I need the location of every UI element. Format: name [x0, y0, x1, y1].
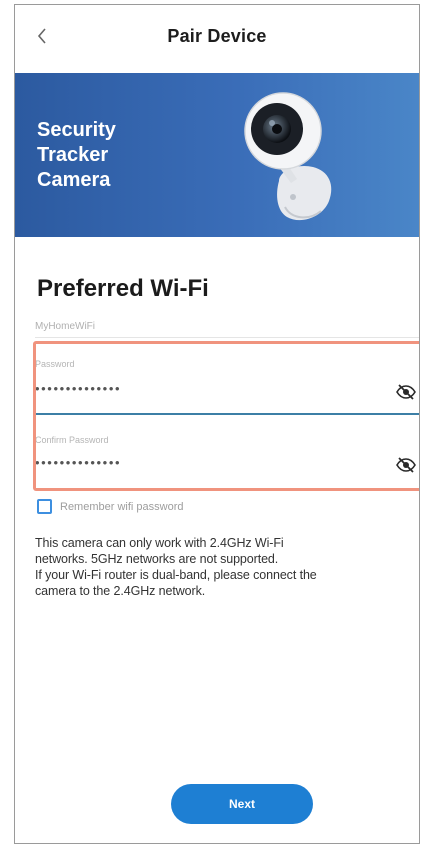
info-line-1: This camera can only work with 2.4GHz Wi… — [35, 536, 284, 550]
header-bar: Pair Device — [15, 5, 419, 67]
ssid-divider — [35, 337, 419, 338]
info-line-2: networks. 5GHz networks are not supporte… — [35, 552, 279, 566]
password-fields-highlight — [33, 341, 419, 491]
info-line-3: If your Wi-Fi router is dual-band, pleas… — [35, 568, 317, 582]
chevron-left-icon — [37, 28, 46, 44]
banner-line-1: Security — [37, 119, 116, 141]
product-banner: Security Tracker Camera — [15, 73, 419, 237]
wifi-info-text: This camera can only work with 2.4GHz Wi… — [35, 535, 419, 599]
banner-product-name: Security Tracker Camera — [37, 118, 116, 193]
remember-password-option[interactable]: Remember wifi password — [37, 499, 183, 514]
camera-image — [244, 92, 332, 221]
banner-line-2: Tracker — [37, 144, 109, 166]
page-title: Pair Device — [167, 25, 267, 46]
info-line-4: camera to the 2.4GHz network. — [35, 584, 206, 598]
pair-device-screen: Pair Device Security Tracker Camera Pref… — [14, 4, 420, 844]
remember-password-checkbox[interactable] — [37, 499, 52, 514]
banner-line-3: Camera — [37, 169, 111, 191]
next-button[interactable]: Next — [171, 784, 313, 824]
wifi-ssid-field[interactable]: MyHomeWiFi — [35, 321, 95, 332]
back-button[interactable] — [25, 19, 59, 53]
section-title: Preferred Wi-Fi — [37, 275, 209, 302]
remember-password-label: Remember wifi password — [60, 500, 184, 513]
